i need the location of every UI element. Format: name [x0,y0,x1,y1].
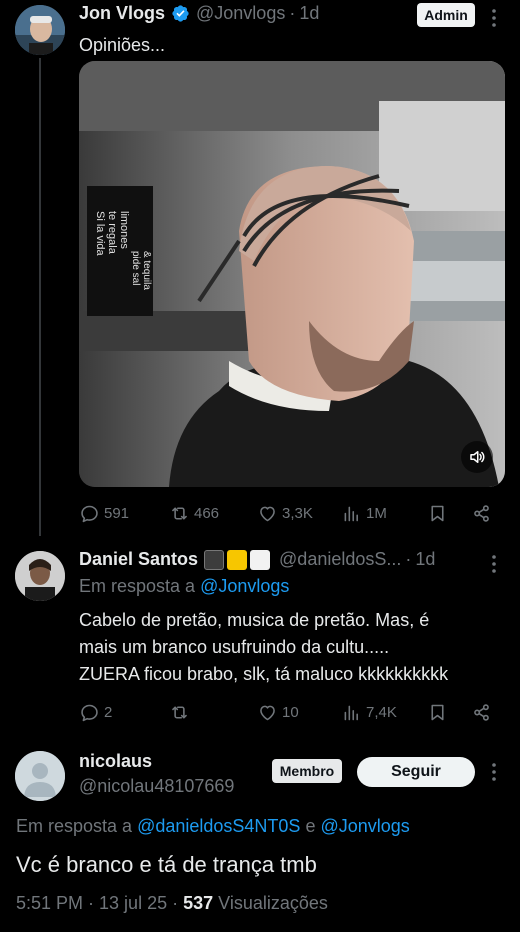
views-count: 1M [366,504,387,522]
tweet-time[interactable]: 1d [299,3,319,24]
author-handle[interactable]: @Jonvlogs [196,3,285,24]
avatar-image [15,5,65,55]
retweet-icon [172,705,187,719]
reply-header: Daniel Santos @danieldosS... · 1d [79,549,435,570]
volume-button[interactable] [461,441,493,473]
replying-to-conjunction: e [305,816,316,836]
more-options-icon[interactable] [484,6,504,30]
sign-text-5: & tequila [141,251,152,290]
reply-text-line-2: mais um branco usufruindo da cultu..... [79,637,390,657]
like-button[interactable]: 3,3K [257,498,313,528]
separator-dot: · [405,549,412,569]
share-button[interactable] [471,498,496,528]
tweet-metadata: 5:51 PM · 13 jul 25 · 537 Visualizações [16,893,328,914]
sign-text-1: Si la vida [94,211,106,257]
replying-to-label: Em resposta a [79,576,196,596]
reply-actions: 2 10 7,4K [79,697,505,727]
views-chart-icon [344,705,358,720]
avatar-nicolaus[interactable] [15,751,65,801]
retweet-icon [172,506,187,520]
author-handle[interactable]: @danieldosS... [279,549,401,570]
tweet-actions: 591 466 3,3K 1M [79,498,505,528]
more-options-icon[interactable] [484,552,504,576]
replying-to-link-1[interactable]: @danieldosS4NT0S [137,816,300,837]
replying-to-link-2[interactable]: @Jonvlogs [320,816,409,837]
reply-button[interactable]: 2 [79,697,112,727]
views-count: 537 [183,893,214,913]
like-button[interactable]: 10 [257,697,299,727]
retweet-button[interactable]: 466 [169,498,219,528]
video-frame: Si la vida te regala limones pide sal & … [79,61,505,487]
author-name[interactable]: Daniel Santos [79,549,198,570]
default-avatar-icon [15,751,65,801]
views-button[interactable]: 7,4K [341,697,397,727]
bookmark-icon [431,704,444,720]
member-badge: Membro [272,759,342,783]
replying-to: Em resposta a @danieldosS4NT0S e @Jonvlo… [16,816,410,837]
speaker-icon [470,451,485,463]
verified-badge-icon [172,5,189,22]
focused-tweet-text: Vc é branco e tá de trança tmb [16,852,317,877]
reply-icon [81,704,98,721]
tweet-text: Opiniões... [79,35,166,55]
avatar-daniel-santos[interactable] [15,551,65,601]
avatar-jon-vlogs[interactable] [15,5,65,55]
thread-connector-line [39,58,41,536]
follow-button[interactable]: Seguir [357,757,475,787]
bookmark-button[interactable] [427,498,452,528]
reply-button[interactable]: 591 [79,498,129,528]
retweet-button[interactable] [169,697,194,727]
tweet-video[interactable]: Si la vida te regala limones pide sal & … [79,61,505,487]
avatar-image [15,551,65,601]
tweet-header: Jon Vlogs @Jonvlogs · 1d [79,3,319,24]
replying-to: Em resposta a @Jonvlogs [79,576,289,597]
views-button[interactable]: 1M [341,498,387,528]
sign-text-2: te regala [106,211,118,255]
author-name[interactable]: nicolaus [79,751,152,772]
share-icon [474,703,489,721]
timestamp[interactable]: 5:51 PM · 13 jul 25 · [16,893,178,913]
sign-text-4: pide sal [130,251,141,285]
reply-text-line-3: ZUERA ficou brabo, slk, tá maluco kkkkkk… [79,664,449,684]
name-emojis [204,549,273,570]
tweet-time[interactable]: 1d [415,549,435,570]
like-count: 3,3K [282,504,313,522]
share-button[interactable] [471,697,496,727]
reply-icon [81,505,98,522]
replying-to-label: Em resposta a [16,816,133,836]
reply-count: 591 [104,504,130,522]
yellow-square-emoji [227,549,248,570]
bookmark-button[interactable] [427,697,452,727]
reply-text-line-1: Cabelo de pretão, musica de pretão. Mas,… [79,610,430,630]
heart-icon [260,506,275,521]
like-count: 10 [282,703,299,721]
author-name[interactable]: Jon Vlogs [79,3,165,24]
views-chart-icon [344,506,358,521]
heart-icon [260,705,275,720]
white-square-emoji [250,549,271,570]
separator-dot: · [289,3,296,23]
black-square-emoji [204,549,225,570]
admin-badge: Admin [417,3,475,27]
views-label: Visualizações [218,893,328,913]
more-options-icon[interactable] [484,760,504,784]
views-count: 7,4K [366,703,397,721]
share-icon [474,504,489,522]
sign-text-3: limones [118,211,130,249]
reply-count: 2 [104,703,113,721]
bookmark-icon [431,505,444,521]
author-handle[interactable]: @nicolau48107669 [79,776,234,797]
retweet-count: 466 [194,504,220,522]
replying-to-link[interactable]: @Jonvlogs [200,576,289,597]
